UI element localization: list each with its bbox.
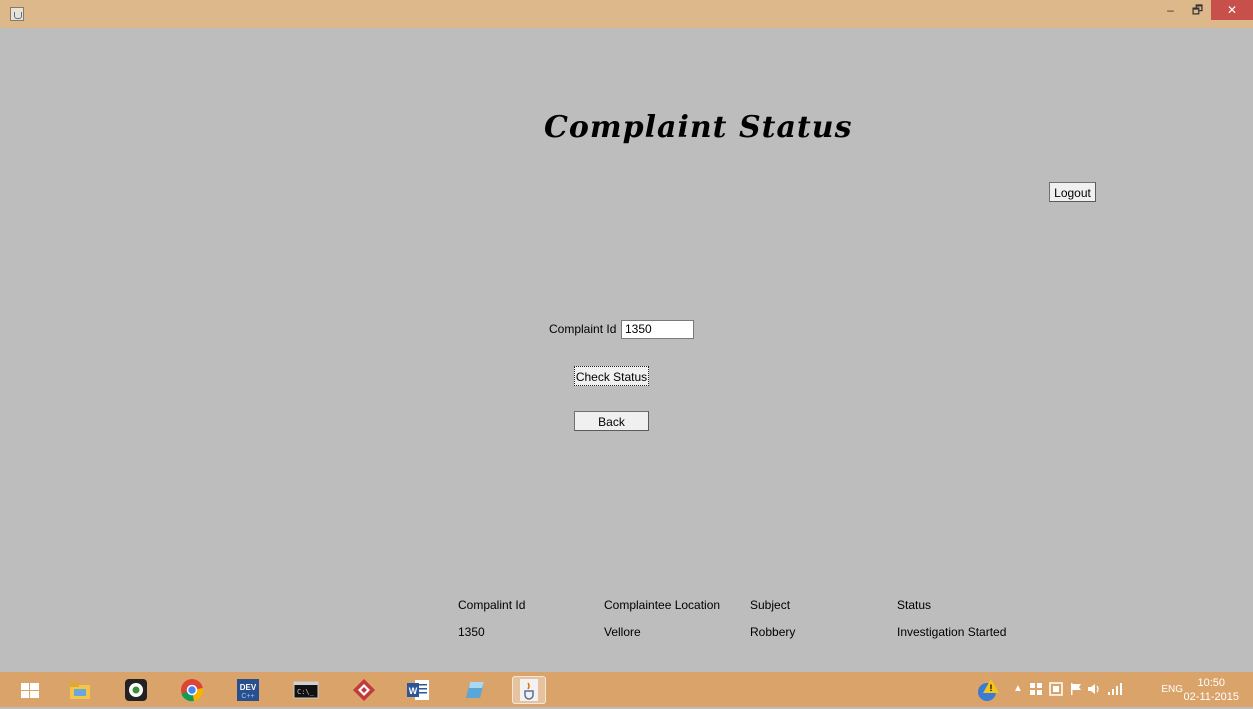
svg-text:W: W	[409, 686, 418, 696]
complaint-id-input[interactable]: 1350	[621, 320, 694, 339]
start-icon[interactable]	[16, 676, 44, 704]
restore-button[interactable]: 🗗	[1184, 0, 1211, 20]
camera-app-icon[interactable]	[122, 676, 150, 704]
window-title-bar[interactable]: – 🗗 ✕	[0, 0, 1253, 28]
column-header: Compalint Id	[458, 598, 526, 612]
dev-cpp-icon[interactable]: DEV C++	[234, 676, 262, 704]
clock[interactable]: 10:50 02-11-2015	[1184, 676, 1239, 704]
page-title: Complaint Status	[544, 110, 853, 145]
action-center-flag-icon[interactable]	[1069, 682, 1083, 701]
column-header: Subject	[750, 598, 791, 612]
app-icon[interactable]	[350, 676, 378, 704]
app-icon[interactable]	[460, 676, 488, 704]
column-header: Complaintee Location	[604, 598, 721, 612]
system-tray: ! ▲ ENG 10:50 02-11-2015	[963, 672, 1253, 707]
svg-text:C++: C++	[241, 693, 254, 700]
language-indicator[interactable]: ENG	[1161, 684, 1183, 695]
close-button[interactable]: ✕	[1211, 0, 1253, 20]
table-cell: Vellore	[604, 625, 641, 639]
check-status-button[interactable]: Check Status	[574, 366, 649, 386]
minimize-button[interactable]: –	[1157, 0, 1184, 20]
java-app-icon	[10, 7, 24, 21]
file-explorer-icon[interactable]	[66, 676, 94, 704]
clock-date: 02-11-2015	[1183, 691, 1239, 703]
chrome-icon[interactable]	[178, 676, 206, 704]
tray-expand-icon[interactable]: ▲	[1013, 683, 1023, 694]
signal-icon[interactable]	[1107, 682, 1123, 701]
back-button[interactable]: Back	[574, 411, 649, 431]
table-cell: Robbery	[750, 625, 796, 639]
column-header: Status	[897, 598, 932, 612]
taskbar: DEV C++ C:\_ W ! ▲ ENG 10:50 02-11-2015	[0, 672, 1253, 707]
command-prompt-icon[interactable]: C:\_	[292, 676, 320, 704]
table-cell: 1350	[458, 625, 485, 639]
volume-icon[interactable]	[1087, 682, 1103, 701]
clock-time: 10:50	[1197, 677, 1226, 689]
logout-button[interactable]: Logout	[1049, 182, 1096, 202]
svg-text:DEV: DEV	[240, 683, 257, 692]
java-icon[interactable]	[512, 676, 546, 704]
complaint-id-label: Complaint Id	[549, 322, 617, 336]
warning-icon[interactable]: !	[975, 677, 1001, 708]
table-cell: Investigation Started	[897, 625, 1007, 639]
svg-text:!: !	[990, 683, 993, 693]
svg-text:C:\_: C:\_	[297, 688, 315, 696]
word-icon[interactable]: W	[404, 676, 432, 704]
tray-tablet-icon[interactable]	[1049, 682, 1063, 701]
tray-app-icon[interactable]	[1029, 682, 1043, 701]
